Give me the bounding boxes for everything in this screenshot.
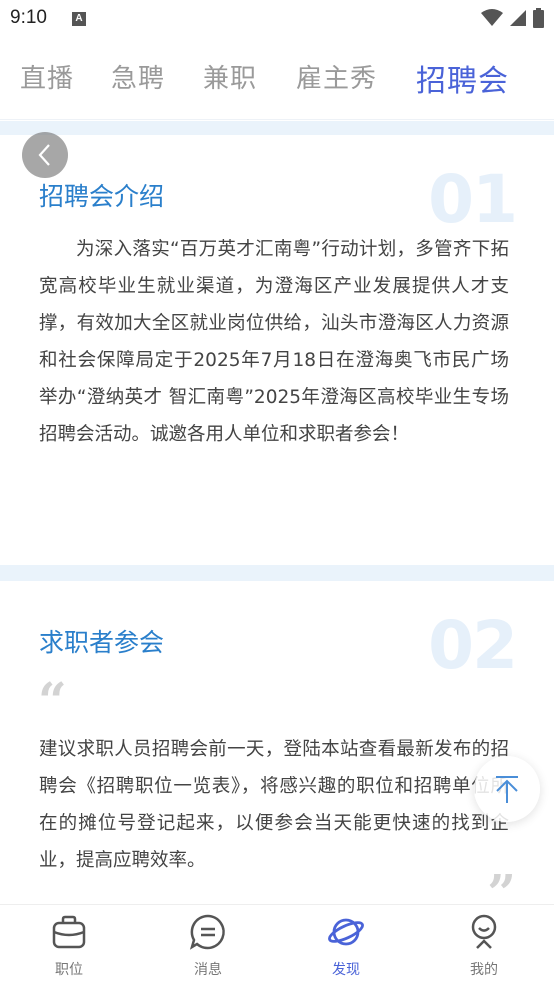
scroll-to-top-button[interactable]	[474, 756, 540, 822]
section-number: 02	[428, 607, 518, 684]
tab-part-time[interactable]: 兼职	[203, 58, 257, 95]
nav-label-messages: 消息	[194, 962, 222, 978]
section-title-intro: 招聘会介绍	[39, 182, 165, 211]
job-seeker-card: 02 求职者参会 “ 建议求职人员招聘会前一天，登陆本站查看最新发布的招聘会《招…	[0, 581, 554, 904]
arrow-up-icon	[496, 776, 518, 803]
tab-job-fair[interactable]: 招聘会	[416, 56, 509, 100]
tab-live[interactable]: 直播	[20, 58, 74, 95]
job-seeker-text: 建议求职人员招聘会前一天，登陆本站查看最新发布的招聘会《招聘职位一览表》，将感兴…	[39, 739, 509, 871]
wifi-icon	[481, 9, 503, 26]
nav-item-messages[interactable]: 消息	[168, 913, 248, 983]
status-time: 9:10	[10, 7, 47, 28]
section-title-job-seekers: 求职者参会	[39, 628, 165, 657]
planet-icon	[328, 918, 364, 946]
section-number: 01	[428, 161, 518, 238]
nav-label-profile: 我的	[470, 962, 498, 978]
tab-employer-show[interactable]: 雇主秀	[296, 58, 377, 95]
status-bar: 9:10 A	[0, 0, 554, 38]
message-icon	[189, 914, 225, 950]
quote-close-icon: ”	[487, 863, 516, 904]
nav-item-jobs[interactable]: 职位	[29, 913, 109, 983]
status-icons	[481, 8, 544, 28]
content-area[interactable]: 01 招聘会介绍 为深入落实“百万英才汇南粤”行动计划，多管齐下拓宽高校毕业生就…	[0, 121, 554, 904]
battery-icon	[533, 8, 544, 28]
signal-icon	[510, 10, 526, 26]
bottom-nav: 职位 消息 发现 我的	[0, 904, 554, 984]
profile-icon	[471, 914, 497, 949]
tab-urgent[interactable]: 急聘	[111, 58, 165, 95]
nav-item-discover[interactable]: 发现	[306, 913, 386, 983]
intro-card: 01 招聘会介绍 为深入落实“百万英才汇南粤”行动计划，多管齐下拓宽高校毕业生就…	[0, 135, 554, 565]
nav-label-jobs: 职位	[55, 962, 83, 978]
nav-label-discover: 发现	[332, 962, 360, 978]
category-tabs: 直播 急聘 兼职 雇主秀 招聘会	[0, 40, 554, 120]
chevron-left-icon	[38, 144, 50, 166]
back-button[interactable]	[22, 132, 68, 178]
notification-badge: A	[72, 12, 86, 26]
intro-text: 为深入落实“百万英才汇南粤”行动计划，多管齐下拓宽高校毕业生就业渠道，为澄海区产…	[39, 239, 509, 445]
briefcase-icon	[52, 915, 86, 949]
nav-item-profile[interactable]: 我的	[444, 913, 524, 983]
quote-open-icon: “	[38, 671, 67, 730]
